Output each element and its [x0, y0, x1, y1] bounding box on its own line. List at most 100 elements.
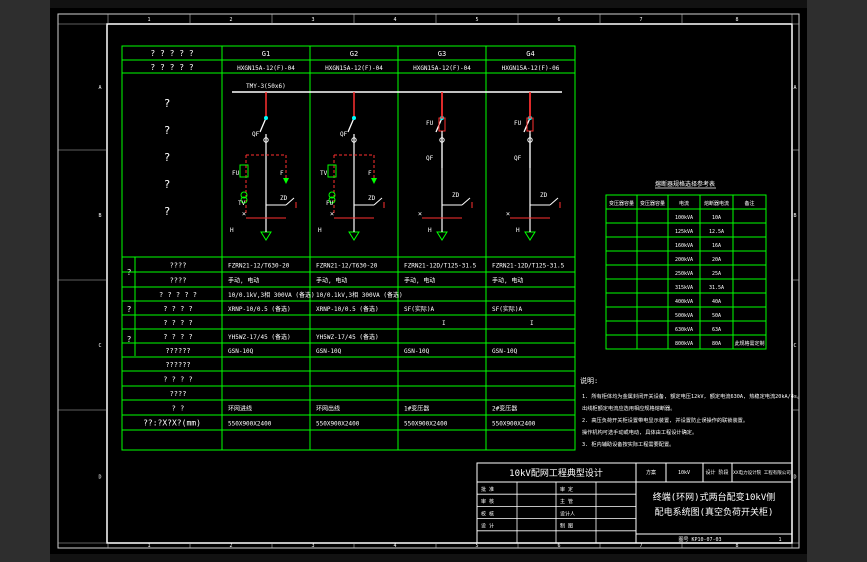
fuse-cell: 315kVA — [675, 285, 693, 291]
notes-line: 2. 高压负荷开关柜设置带电显示装置, 并设置防止误操作的联锁装置。 — [582, 416, 748, 424]
tb-role: 批 准 — [481, 486, 494, 493]
diagram-side-label: ? — [164, 97, 171, 110]
tb-role2: 设计人 — [560, 510, 575, 517]
tb-col4: 设计 阶段 — [705, 469, 728, 476]
row-label: ? ? ? ? — [163, 376, 193, 384]
row-label: ? ? ? ? — [163, 333, 193, 341]
fuse-cell: 20A — [712, 257, 721, 263]
grid-ref-right: B — [793, 213, 796, 219]
grid-ref-left: A — [98, 85, 101, 91]
grid-ref-left: C — [98, 343, 101, 349]
device-label: ZD — [452, 192, 460, 199]
row-cell: 10/0.1kV,3相 300VA (备选) — [316, 291, 403, 299]
fuse-cell: 630kVA — [675, 327, 693, 333]
busbar-label: TMY-3(50x6) — [246, 83, 286, 90]
row-label: ???? — [170, 262, 187, 270]
fuse-cell: 12.5A — [709, 229, 724, 235]
cad-viewer-canvas[interactable]: 1122334455667788 AABBCCDD ? ? ? ? ?? ? ?… — [0, 0, 867, 562]
drawing-sheet: 1122334455667788 A AB BC CD D ? ? ? ? ?? ? ?… — [50, 8, 807, 554]
diagram-side-label: ? — [164, 151, 171, 164]
tb-col3: 10kV — [678, 470, 690, 476]
ct-mark: × — [330, 210, 334, 218]
row-label: ?????? — [165, 361, 190, 369]
ct-mark: × — [506, 210, 510, 218]
grid-ref-left: D — [98, 475, 101, 481]
column-id: G2 — [350, 50, 358, 58]
tb-org: XX电力设计院 工程有限公司 — [733, 469, 791, 476]
row-cell: 550X900X2400 — [316, 421, 360, 428]
column-model: HXGN15A-12(F)-04 — [325, 65, 383, 72]
row-cell: 550X900X2400 — [228, 421, 272, 428]
device-label: ZD — [368, 195, 376, 202]
column-id: G1 — [262, 50, 270, 58]
grid-ref-top: 4 — [393, 17, 396, 23]
row-cell: 手动, 电动 — [316, 277, 347, 285]
grid-ref-right: C — [793, 343, 796, 349]
fuse-cell: 100kVA — [675, 215, 693, 221]
fuse-header: 变压器容量 — [609, 200, 634, 207]
tb-role: 审 核 — [481, 498, 494, 505]
tb-role2: 主 管 — [560, 498, 573, 505]
row-cell: GSN-10Q — [228, 348, 254, 355]
tb-col2: 方案 — [646, 469, 656, 476]
grid-ref-top: 7 — [639, 17, 642, 23]
notes-line: 操作机构可选手动或电动, 具体由工程设计确定。 — [582, 428, 697, 436]
diagram-side-label: ? — [164, 178, 171, 191]
row-cell: YH5WZ-17/45 (备选) — [316, 333, 379, 341]
fuse-cell: 31.5A — [709, 285, 724, 291]
row-label: ???? — [170, 277, 187, 285]
grid-ref-right: D — [793, 475, 796, 481]
ct-mark: × — [242, 210, 246, 218]
row-label: ??:?X?X?(mm) — [143, 419, 201, 428]
grid-ref-bottom: 6 — [557, 543, 560, 549]
grid-ref-bottom: 1 — [147, 543, 150, 549]
row-label: ???? — [170, 390, 187, 398]
device-label: QF — [252, 131, 260, 138]
row-cell: 环网进线 — [228, 405, 252, 413]
notes-line: 1. 所有柜体均为金属封闭开关设备, 额定电压12kV, 额定电流630A, 热… — [582, 392, 802, 400]
tb-project: 10kV配网工程典型设计 — [509, 467, 603, 479]
grid-ref-bottom: 8 — [735, 543, 738, 549]
row-cell: 10/0.1kV,3相 300VA (备选) — [228, 291, 315, 299]
column-id: G3 — [438, 50, 446, 58]
fuse-cell: 200kVA — [675, 257, 693, 263]
row-cell: 手动, 电动 — [228, 277, 259, 285]
tb-role2: 审 定 — [560, 486, 573, 493]
device-label: TV — [238, 200, 246, 207]
row-cell: I — [442, 320, 446, 327]
tb-sheet: 1 — [778, 537, 781, 543]
header-label: ? ? ? ? ? — [150, 63, 194, 72]
grid-ref-bottom: 4 — [393, 543, 396, 549]
notes-title: 说明: — [580, 376, 598, 385]
row-cell: 550X900X2400 — [492, 421, 536, 428]
fuse-cell: 80A — [712, 341, 721, 347]
tb-drawing-title: 配电系统图(真空负荷开关柜) — [655, 506, 774, 518]
row-cell: YH5WZ-17/45 (备选) — [228, 333, 291, 341]
fuse-cell: 800kVA — [675, 341, 693, 347]
group-mark: ? — [127, 305, 132, 314]
row-cell: 手动, 电动 — [404, 277, 435, 285]
row-cell: FZRN21-12/T630-20 — [316, 263, 378, 270]
device-label: H — [230, 227, 234, 234]
row-cell: I — [530, 320, 534, 327]
grid-ref-top: 5 — [475, 17, 478, 23]
notes-line: 3. 柜内辅助设备按实际工程需要配置。 — [582, 440, 674, 448]
fuse-cell: 40A — [712, 299, 721, 305]
fuse-cell: 160kVA — [675, 243, 693, 249]
fuse-cell: 500kVA — [675, 313, 693, 319]
fuse-cell: 50A — [712, 313, 721, 319]
row-cell: XRNP-10/0.5 (备选) — [228, 305, 291, 313]
row-cell: SF(实际)A — [492, 305, 522, 313]
row-cell: FZRN21-12/T630-20 — [228, 263, 290, 270]
device-label: F — [368, 170, 372, 177]
device-label: F — [280, 170, 284, 177]
diagram-side-label: ? — [164, 124, 171, 137]
row-cell: 环网出线 — [316, 405, 340, 413]
grid-ref-top: 2 — [229, 17, 232, 23]
tb-drawing-title: 终端(环网)式两台配变10kV侧 — [653, 491, 776, 503]
fuse-table-title: 熔断器规格选择参考表 — [655, 180, 715, 188]
grid-ref-bottom: 5 — [475, 543, 478, 549]
switch-node — [264, 116, 268, 120]
row-label: ?????? — [165, 347, 190, 355]
grid-ref-bottom: 2 — [229, 543, 232, 549]
